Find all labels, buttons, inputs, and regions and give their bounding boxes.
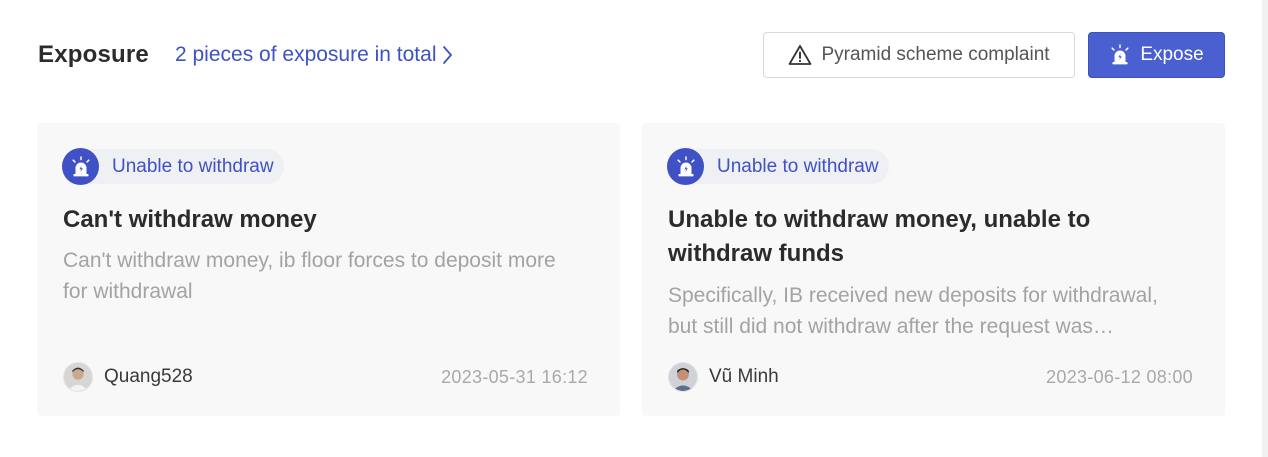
expose-label: Expose: [1140, 44, 1204, 65]
scrollbar[interactable]: [1262, 0, 1268, 457]
siren-icon: [1109, 44, 1131, 66]
card-title: Unable to withdraw money, unable to with…: [668, 206, 1091, 267]
total-exposure-link[interactable]: 2 pieces of exposure in total: [175, 43, 454, 67]
card-title: Can't withdraw money: [63, 206, 317, 233]
card-footer: Vũ Minh 2023-06-12 08:00: [668, 361, 1193, 393]
siren-icon: [667, 148, 704, 185]
card-footer: Quang528 2023-05-31 16:12: [63, 361, 588, 393]
card-description: Can't withdraw money, ib floor forces to…: [63, 249, 556, 303]
header-actions: Pyramid scheme complaint Expose: [763, 32, 1225, 78]
category-label: Unable to withdraw: [112, 155, 274, 177]
warning-triangle-icon: [788, 44, 812, 66]
total-exposure-label: 2 pieces of exposure in total: [174, 43, 437, 66]
timestamp: 2023-05-31 16:12: [441, 366, 588, 387]
category-label: Unable to withdraw: [717, 155, 879, 177]
exposure-card[interactable]: Unable to withdraw Can't withdraw money …: [37, 123, 620, 416]
card-description: Specifically, IB received new deposits f…: [668, 284, 1158, 338]
timestamp: 2023-06-12 08:00: [1046, 366, 1193, 387]
exposure-section: Exposure 2 pieces of exposure in total P…: [0, 0, 1268, 457]
avatar: [668, 362, 698, 392]
username: Vũ Minh: [709, 366, 779, 387]
chevron-right-icon: [442, 45, 453, 65]
avatar: [63, 362, 93, 392]
exposure-header: Exposure 2 pieces of exposure in total P…: [38, 32, 1225, 78]
pyramid-complaint-label: Pyramid scheme complaint: [821, 44, 1050, 65]
category-tag: Unable to withdraw: [667, 148, 889, 185]
section-title: Exposure: [38, 41, 149, 68]
exposure-card[interactable]: Unable to withdraw Unable to withdraw mo…: [642, 123, 1225, 416]
category-tag: Unable to withdraw: [62, 148, 284, 185]
username: Quang528: [104, 366, 193, 387]
expose-button[interactable]: Expose: [1088, 32, 1225, 78]
siren-icon: [62, 148, 99, 185]
pyramid-complaint-button[interactable]: Pyramid scheme complaint: [763, 32, 1075, 78]
